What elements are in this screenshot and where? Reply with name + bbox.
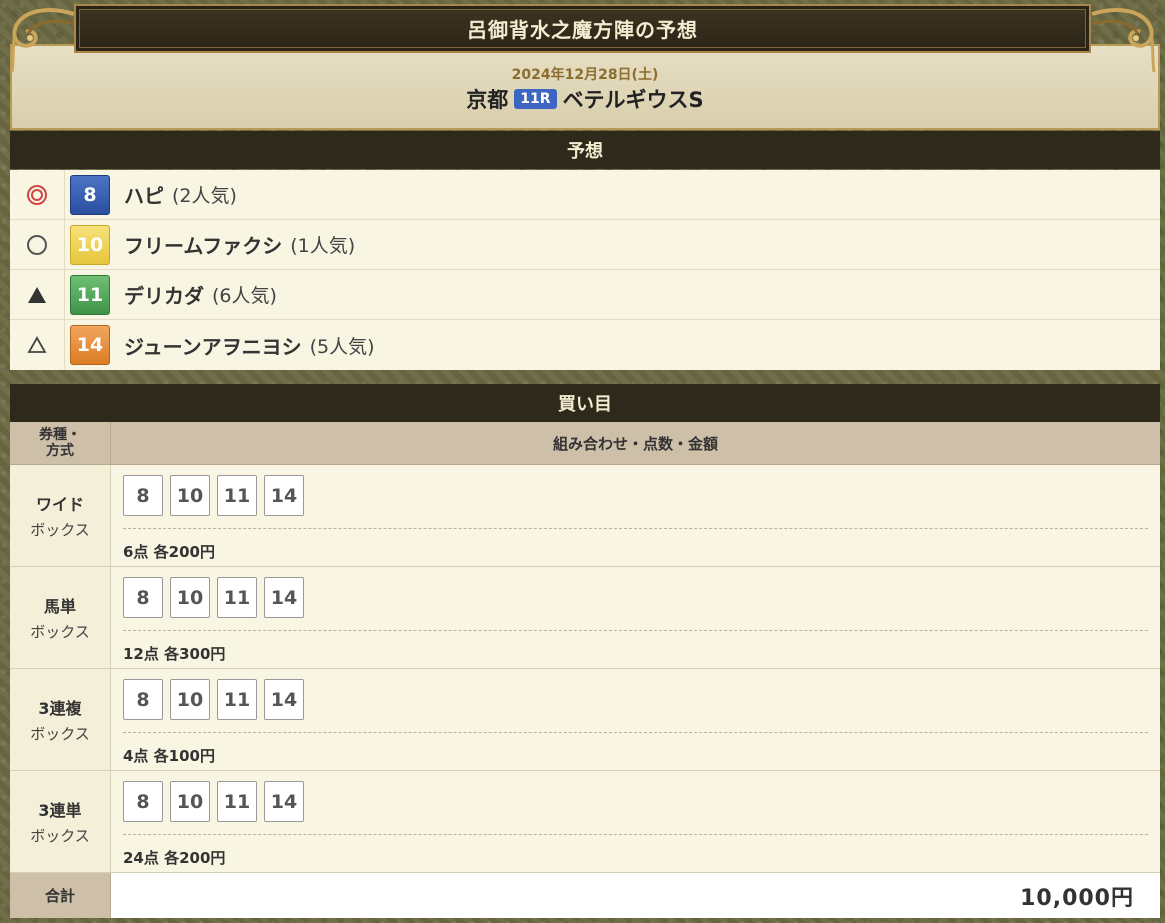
divider	[123, 528, 1148, 529]
horse-name[interactable]: ジューンアヲニヨシ	[124, 331, 302, 360]
ornament-right-icon	[1091, 8, 1156, 73]
bet-detail-cell: 8 10 11 14 4点 各100円	[111, 669, 1160, 770]
circle-mark-icon	[10, 220, 65, 269]
bet-points-amount: 4点 各100円	[123, 747, 215, 765]
filled-triangle-mark-icon	[10, 270, 65, 319]
divider	[123, 630, 1148, 631]
horse-popularity: (2人気)	[172, 185, 237, 207]
horse-number-box: 8	[123, 679, 163, 720]
bet-row: ワイド ボックス 8 10 11 14 6点 各200円	[10, 465, 1160, 567]
divider	[123, 834, 1148, 835]
col-bet-detail: 組み合わせ・点数・金額	[552, 434, 718, 453]
bet-type-cell: 3連単 ボックス	[10, 771, 111, 872]
horse-number-box: 10	[170, 781, 210, 822]
horse-number-box: 10	[170, 577, 210, 618]
horse-number-box: 8	[123, 577, 163, 618]
triangle-mark-icon	[10, 320, 65, 370]
bet-type-cell: ワイド ボックス	[10, 465, 111, 566]
race-info: 京都 11R ベテルギウスS	[12, 84, 1158, 114]
horse-number-box: 8	[123, 781, 163, 822]
horse-number-box: 14	[264, 475, 304, 516]
horse-popularity: (6人気)	[212, 285, 277, 307]
bets-heading: 買い目	[10, 384, 1160, 422]
horse-popularity: (5人気)	[309, 335, 375, 358]
horse-number-badge: 10	[70, 224, 110, 265]
col-bet-type: 券種・ 方式	[10, 422, 111, 464]
bet-type-cell: 3連複 ボックス	[10, 669, 111, 770]
prediction-heading: 予想	[10, 131, 1160, 169]
horse-number-box: 10	[170, 475, 210, 516]
bets-table: 券種・ 方式 組み合わせ・点数・金額 ワイド ボックス 8 10 11 14 6点…	[10, 422, 1160, 918]
bet-method: ボックス	[30, 725, 90, 743]
total-label: 合計	[10, 873, 111, 918]
bet-points-amount: 24点 各200円	[123, 849, 226, 867]
bet-type-name: 3連複	[38, 699, 82, 718]
horse-number-badge: 14	[70, 325, 110, 365]
horse-number-badge: 11	[70, 274, 110, 315]
horse-number-box: 11	[217, 679, 257, 720]
horse-number-box: 11	[217, 577, 257, 618]
race-number-badge: 11R	[514, 89, 557, 109]
bet-method: ボックス	[30, 623, 90, 641]
divider	[123, 732, 1148, 733]
horse-number-box: 14	[264, 679, 304, 720]
horse-name[interactable]: デリカダ	[124, 280, 204, 309]
bet-row: 馬単 ボックス 8 10 11 14 12点 各300円	[10, 567, 1160, 669]
bet-points-amount: 12点 各300円	[123, 645, 226, 663]
bets-table-header: 券種・ 方式 組み合わせ・点数・金額	[10, 422, 1160, 465]
bet-detail-cell: 8 10 11 14 12点 各300円	[111, 567, 1160, 668]
prediction-row: 14 ジューンアヲニヨシ (5人気)	[10, 320, 1160, 370]
bet-detail-cell: 8 10 11 14 24点 各200円	[111, 771, 1160, 872]
horse-number-box: 14	[264, 781, 304, 822]
race-venue: 京都	[466, 88, 509, 112]
prediction-list: 8 ハピ (2人気) 10 フリームファクシ (1人気) 11 デリカダ (6人…	[10, 170, 1160, 370]
bet-detail-cell: 8 10 11 14 6点 各200円	[111, 465, 1160, 566]
horse-popularity: (1人気)	[290, 235, 356, 257]
bet-type-name: 馬単	[43, 597, 76, 616]
bet-type-cell: 馬単 ボックス	[10, 567, 111, 668]
horse-number-box: 11	[217, 475, 257, 516]
bet-method: ボックス	[30, 827, 90, 845]
horse-number-box: 10	[170, 679, 210, 720]
bet-type-name: ワイド	[35, 495, 84, 514]
prediction-row: 11 デリカダ (6人気)	[10, 270, 1160, 320]
horse-number-box: 11	[217, 781, 257, 822]
total-amount: 10,000円	[111, 873, 1160, 918]
double-circle-mark-icon	[10, 170, 65, 219]
total-row: 合計 10,000円	[10, 873, 1160, 918]
race-name: ベテルギウスS	[562, 88, 704, 112]
horse-name[interactable]: ハピ	[124, 180, 164, 209]
prediction-row: 8 ハピ (2人気)	[10, 170, 1160, 220]
horse-name[interactable]: フリームファクシ	[124, 230, 282, 259]
page-title: 呂御背水之魔方陣の予想	[74, 4, 1091, 53]
race-date: 2024年12月28日(土)	[511, 67, 659, 83]
race-header: 2024年12月28日(土) 京都 11R ベテルギウスS	[10, 44, 1160, 130]
prediction-row: 10 フリームファクシ (1人気)	[10, 220, 1160, 270]
bet-row: 3連複 ボックス 8 10 11 14 4点 各100円	[10, 669, 1160, 771]
ornament-left-icon	[10, 8, 75, 73]
bet-type-name: 3連単	[38, 801, 82, 820]
bet-points-amount: 6点 各200円	[123, 543, 215, 561]
bet-row: 3連単 ボックス 8 10 11 14 24点 各200円	[10, 771, 1160, 873]
horse-number-box: 14	[264, 577, 304, 618]
bet-method: ボックス	[30, 521, 90, 539]
horse-number-badge: 8	[70, 174, 110, 215]
horse-number-box: 8	[123, 475, 163, 516]
